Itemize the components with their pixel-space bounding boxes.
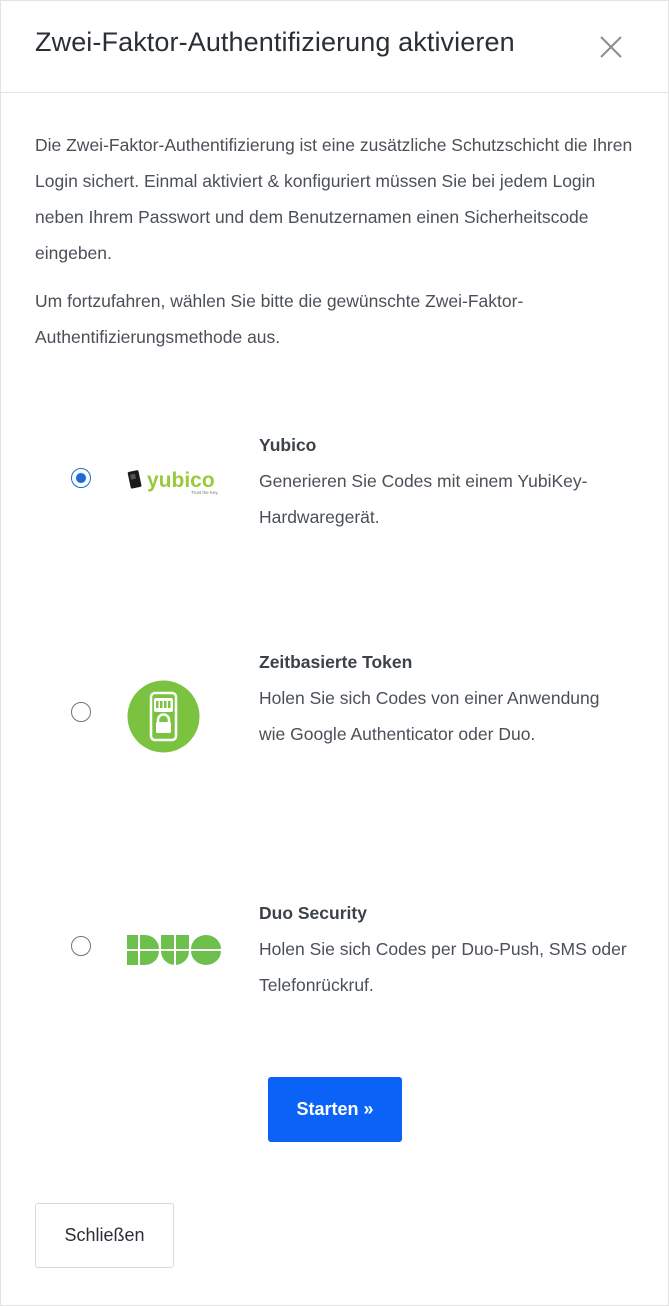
option-title: Zeitbasierte Token	[259, 652, 413, 672]
close-icon[interactable]	[595, 31, 627, 63]
duo-logo	[127, 935, 225, 972]
modal-footer: Schließen	[1, 1181, 668, 1305]
option-text: Duo Security Holen Sie sich Codes per Du…	[259, 895, 629, 1003]
start-button[interactable]: Starten »	[268, 1077, 402, 1142]
modal-header: Zwei-Faktor-Authentifizierung aktivieren	[1, 1, 668, 93]
radio-duo[interactable]	[71, 936, 91, 956]
option-description: Holen Sie sich Codes von einer Anwendung…	[259, 688, 600, 744]
option-title: Duo Security	[259, 903, 367, 923]
option-title: Yubico	[259, 435, 317, 455]
option-yubico[interactable]: yubico Trust the Key. Yubico Generieren …	[1, 431, 669, 581]
phone-lock-icon	[127, 680, 200, 758]
close-button[interactable]: Schließen	[35, 1203, 174, 1268]
svg-text:yubico: yubico	[147, 469, 215, 492]
option-description: Generieren Sie Codes mit einem YubiKey-H…	[259, 471, 588, 527]
option-duo[interactable]: Duo Security Holen Sie sich Codes per Du…	[1, 899, 669, 1009]
svg-text:Trust the Key.: Trust the Key.	[191, 490, 219, 495]
intro-paragraph: Um fortzufahren, wählen Sie bitte die ge…	[35, 291, 524, 347]
option-totp[interactable]: Zeitbasierte Token Holen Sie sich Codes …	[1, 647, 669, 817]
two-factor-modal: Zwei-Faktor-Authentifizierung aktivieren…	[0, 0, 669, 1306]
option-text: Yubico Generieren Sie Codes mit einem Yu…	[259, 427, 629, 535]
intro-text: Die Zwei-Faktor-Authentifizierung ist ei…	[35, 127, 635, 367]
radio-yubico[interactable]	[71, 468, 91, 488]
radio-totp[interactable]	[71, 702, 91, 722]
modal-title: Zwei-Faktor-Authentifizierung aktivieren	[35, 27, 515, 57]
intro-paragraph: Die Zwei-Faktor-Authentifizierung ist ei…	[35, 135, 633, 263]
option-description: Holen Sie sich Codes per Duo-Push, SMS o…	[259, 939, 627, 995]
yubico-logo: yubico Trust the Key.	[127, 467, 227, 502]
option-text: Zeitbasierte Token Holen Sie sich Codes …	[259, 644, 629, 752]
